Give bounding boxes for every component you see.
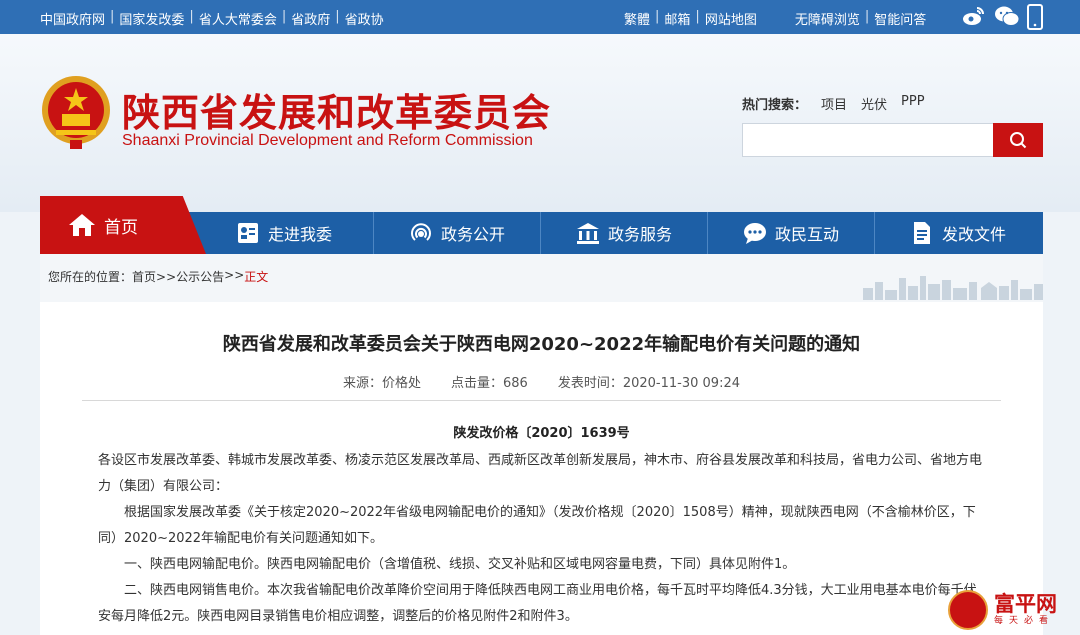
site-title[interactable]: 陕西省发展和改革委员会 <box>122 82 551 137</box>
nav-open-gov[interactable]: 政务公开 <box>373 212 540 254</box>
skyline-decoration <box>863 276 1043 300</box>
nav-services-label: 政务服务 <box>607 225 672 244</box>
utility-links: 繁體 | 邮箱 | 网站地图 无障碍浏览 | 智能问答 <box>624 9 927 28</box>
breadcrumb-arrow: >> <box>224 268 245 282</box>
search-box <box>742 123 1043 157</box>
divider <box>82 400 1001 401</box>
profile-card-icon <box>238 223 258 243</box>
link-cppcc[interactable]: 省政协 <box>345 9 384 28</box>
home-icon <box>69 214 95 236</box>
nav-items: 走进我委 政务公开 政务服务 政民互动 发改文件 <box>206 212 1041 254</box>
article-published: 发表时间：2020-11-30 09:24 <box>557 376 740 391</box>
breadcrumb-bar: 您所在的位置： 首页 >>公示公告 >> 正文 <box>40 254 1043 302</box>
paragraph-item-2: 二、陕西电网销售电价。本次我省输配电价改革降价空间用于降低陕西电网工商业用电价格… <box>98 583 977 624</box>
social-icons <box>962 4 1050 30</box>
mobile-icon[interactable] <box>1026 4 1050 30</box>
hot-keyword-ppp[interactable]: PPP <box>901 94 925 113</box>
search-button[interactable] <box>993 123 1043 157</box>
breadcrumb-home[interactable]: 首页 <box>132 268 156 285</box>
hot-keyword-project[interactable]: 项目 <box>821 94 847 113</box>
paragraph-addressees: 各设区市发展改革委、韩城市发展改革委、杨凌示范区发展改革局、西咸新区改革创新发展… <box>98 453 983 494</box>
nav-home-label: 首页 <box>104 217 138 238</box>
building-icon <box>576 223 599 244</box>
watermark-logo: 富平网 每天必看 <box>948 588 1078 632</box>
article-clicks: 点击量：686 <box>451 376 528 391</box>
breadcrumb: 您所在的位置： 首页 >>公示公告 >> 正文 <box>48 268 268 285</box>
breadcrumb-notices[interactable]: >>公示公告 <box>156 268 224 285</box>
broadcast-icon <box>410 223 431 241</box>
document-number: 陕发改价格〔2020〕1639号 <box>453 426 630 441</box>
paragraph-item-1: 一、陕西电网输配电价。陕西电网输配电价（含增值税、线损、交叉补贴和区域电网容量电… <box>124 557 796 572</box>
article-source: 来源：价格处 <box>343 376 422 391</box>
nav-documents[interactable]: 发改文件 <box>874 212 1041 254</box>
link-provincial-government[interactable]: 省政府 <box>291 9 330 28</box>
site-subtitle: Shaanxi Provincial Development and Refor… <box>122 132 533 149</box>
nav-interaction-label: 政民互动 <box>774 225 839 244</box>
nav-home[interactable]: 首页 <box>40 196 206 254</box>
site-header: 陕西省发展和改革委员会 Shaanxi Provincial Developme… <box>0 34 1080 212</box>
article: 陕西省发展和改革委员会关于陕西电网2020~2022年输配电价有关问题的通知 来… <box>40 302 1043 635</box>
chat-bubble-icon <box>743 223 766 244</box>
nav-about[interactable]: 走进我委 <box>206 212 373 254</box>
breadcrumb-prefix: 您所在的位置： <box>48 270 133 284</box>
link-provincial-congress[interactable]: 省人大常委会 <box>199 9 277 28</box>
article-meta: 来源：价格处 点击量：686 发表时间：2020-11-30 09:24 <box>40 372 1043 391</box>
breadcrumb-current: 正文 <box>244 270 269 284</box>
hot-search-label: 热门搜索： <box>742 98 808 113</box>
paragraph-intro: 根据国家发展改革委《关于核定2020~2022年省级电网输配电价的通知》（发改价… <box>98 505 976 546</box>
search-icon <box>1010 132 1027 149</box>
nav-interaction[interactable]: 政民互动 <box>707 212 874 254</box>
document-icon <box>913 222 930 244</box>
hot-keyword-solar[interactable]: 光伏 <box>861 94 887 113</box>
article-body: 各设区市发展改革委、韩城市发展改革委、杨凌示范区发展改革局、西咸新区改革创新发展… <box>98 448 988 630</box>
top-bar: 中国政府网 | 国家发改委 | 省人大常委会 | 省政府 | 省政协 繁體 | 邮箱 | 网… <box>0 0 1080 34</box>
nav-about-label: 走进我委 <box>268 225 333 244</box>
watermark-name: 富平网 <box>994 591 1057 616</box>
weibo-icon[interactable] <box>962 4 986 28</box>
link-ndrc[interactable]: 国家发改委 <box>119 9 184 28</box>
link-smart-qa[interactable]: 智能问答 <box>874 9 926 28</box>
article-title: 陕西省发展和改革委员会关于陕西电网2020~2022年输配电价有关问题的通知 <box>222 334 861 355</box>
link-gov-portal[interactable]: 中国政府网 <box>40 9 105 28</box>
link-sitemap[interactable]: 网站地图 <box>705 9 757 28</box>
watermark-badge-icon <box>948 590 988 630</box>
national-emblem-icon <box>40 74 112 150</box>
link-mailbox[interactable]: 邮箱 <box>664 9 690 28</box>
wechat-icon[interactable] <box>994 4 1020 28</box>
nav-open-gov-label: 政务公开 <box>440 225 505 244</box>
gov-links: 中国政府网 | 国家发改委 | 省人大常委会 | 省政府 | 省政协 <box>40 9 384 28</box>
hot-search: 热门搜索： 项目 光伏 PPP <box>742 94 925 113</box>
link-traditional-chinese[interactable]: 繁體 <box>624 9 650 28</box>
search-input[interactable] <box>742 123 993 157</box>
nav-services[interactable]: 政务服务 <box>540 212 707 254</box>
link-accessibility[interactable]: 无障碍浏览 <box>795 9 860 28</box>
watermark-slogan: 每天必看 <box>994 616 1055 626</box>
nav-documents-label: 发改文件 <box>941 225 1006 244</box>
